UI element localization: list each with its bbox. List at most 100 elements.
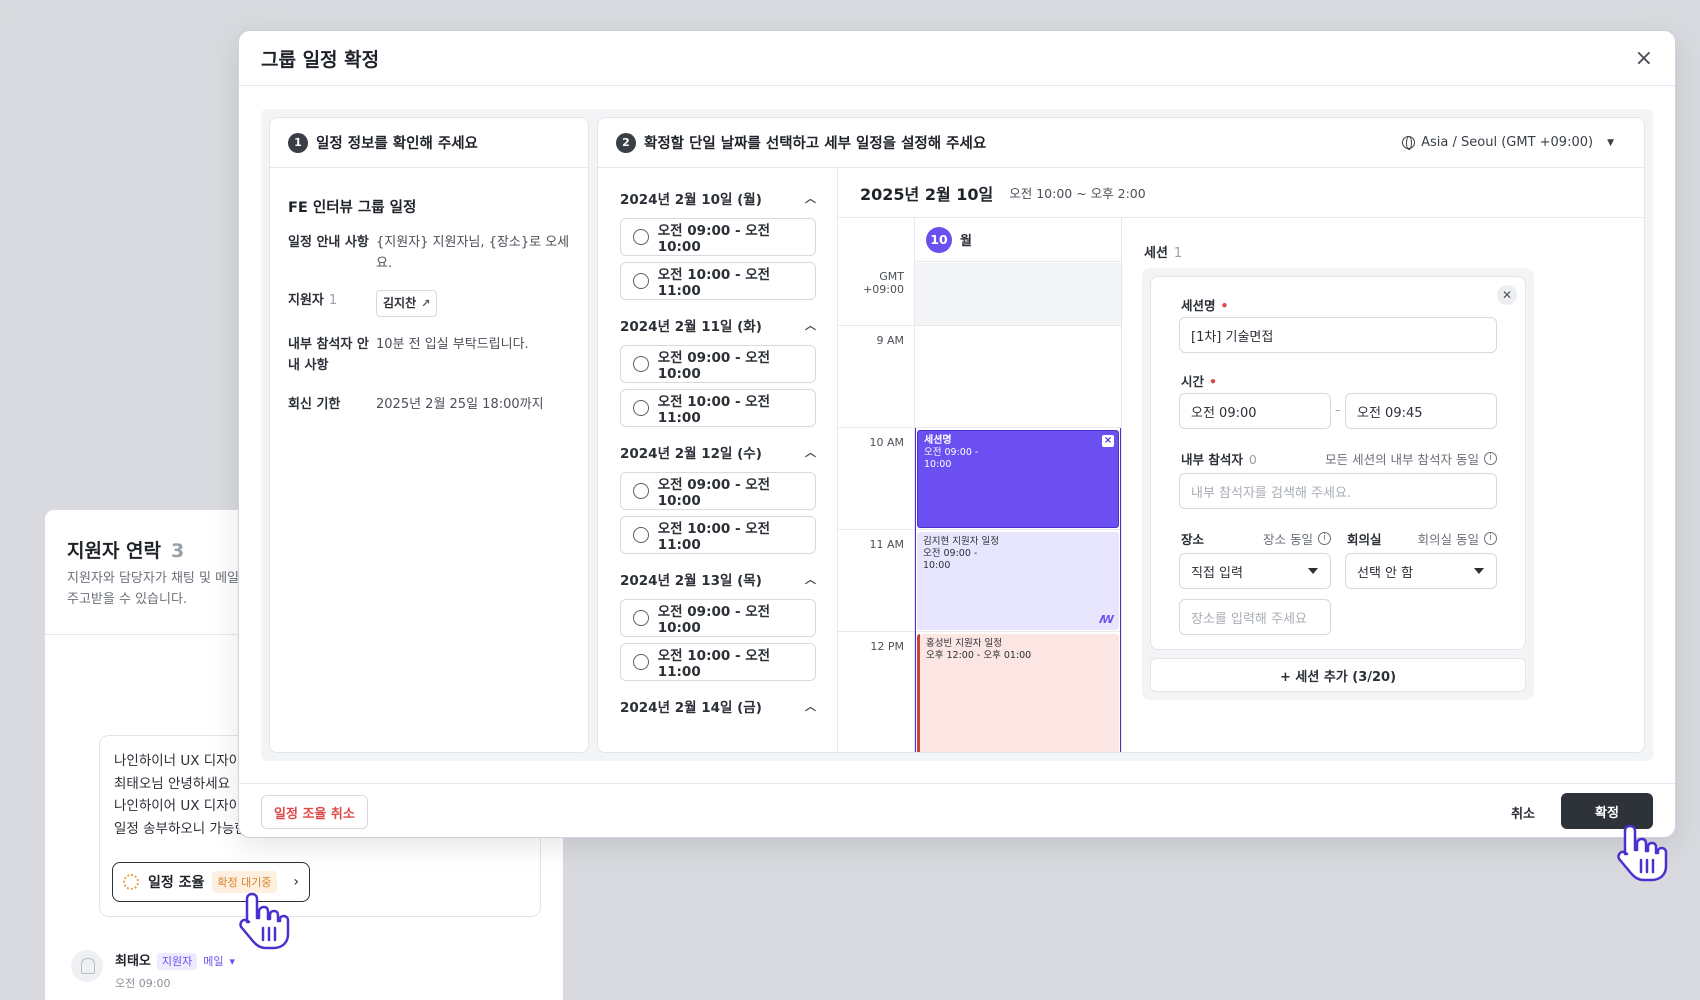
selection-border: [1120, 428, 1121, 752]
event-name: FE 인터뷰 그룹 일정: [288, 200, 417, 216]
channel-dropdown[interactable]: 메일: [203, 955, 223, 968]
globe-icon: [1402, 136, 1416, 150]
add-session-button[interactable]: + 세션 추가 (3/20): [1150, 658, 1526, 692]
session-list: ✕ 세션명 • [1차] 기술면접 시간 • 오전 09:00 – 오전 09:45…: [1142, 268, 1534, 700]
info-value: {지원자} 지원자님, {장소}로 오세요.: [376, 235, 570, 271]
time-slot-option[interactable]: 오전 09:00 - 오전 10:00: [620, 218, 816, 256]
hour-label: 10 AM: [869, 436, 904, 449]
applicant-count: 3: [171, 540, 185, 562]
time-slot-option[interactable]: 오전 09:00 - 오전 10:00: [620, 472, 816, 510]
applicant-event[interactable]: 김지현 지원자 일정 오전 09:00 - 10:00 ꟿ: [917, 532, 1119, 630]
session-name-input[interactable]: [1차] 기술면접: [1179, 317, 1497, 353]
step-number-badge: 1: [288, 132, 308, 153]
panel-title: 지원자 연락 3: [67, 540, 185, 562]
date-group: 2024년 2월 14일 (금) ︿: [620, 692, 816, 720]
all-day-row: [915, 263, 1121, 325]
date-label[interactable]: 2024년 2월 11일 (화) ︿: [620, 311, 816, 339]
radio-icon: [633, 654, 649, 670]
session-event[interactable]: 세션명 오전 09:00 - 10:00 ×: [917, 430, 1119, 528]
loading-spinner-icon: [123, 874, 139, 890]
date-group: 2024년 2월 11일 (화) ︿ 오전 09:00 - 오전 10:00 오전…: [620, 311, 816, 427]
place-input[interactable]: 장소를 입력해 주세요: [1179, 599, 1331, 635]
same-attendees-toggle[interactable]: 모든 세션의 내부 참석자 동일 i: [1325, 449, 1497, 468]
info-label: 내부 참석자 안내 사항: [288, 337, 369, 373]
selection-border: [915, 428, 916, 752]
room-select[interactable]: 선택 안 함: [1345, 553, 1497, 589]
hour-label: 11 AM: [869, 538, 904, 551]
info-label: 회신 기한: [288, 397, 341, 412]
step-title: 일정 정보를 확인해 주세요: [316, 136, 478, 152]
date-label[interactable]: 2024년 2월 13일 (목) ︿: [620, 565, 816, 593]
hour-line: [838, 325, 1121, 326]
radio-icon: [633, 356, 649, 372]
author-name: 최태오 지원자 메일 ▾: [115, 953, 236, 970]
message-time: 오전 09:00: [115, 977, 171, 990]
close-icon[interactable]: ✕: [1497, 285, 1517, 305]
date-group: 2024년 2월 13일 (목) ︿ 오전 09:00 - 오전 10:00 오전…: [620, 565, 816, 681]
close-icon[interactable]: ×: [1102, 435, 1114, 447]
session-title: 세션 1: [1144, 246, 1183, 261]
info-icon: i: [1484, 532, 1497, 545]
calendar-header: 2025년 2월 10일 오전 10:00 ~ 오후 2:00: [838, 168, 1644, 218]
group-schedule-confirm-modal: 그룹 일정 확정 × 1 일정 정보를 확인해 주세요 FE 인터뷰 그룹 일정…: [238, 30, 1676, 838]
hour-label: 12 PM: [870, 640, 904, 653]
info-icon: i: [1317, 532, 1331, 545]
place-select[interactable]: 직접 입력: [1179, 553, 1331, 589]
chevron-up-icon: ︿: [805, 319, 816, 332]
caret-down-icon: [1308, 568, 1318, 574]
screen: 지원자 연락 3 지원자와 담당자가 채팅 및 메일을 주고받을 수 있습니다. …: [0, 0, 1700, 1000]
close-icon[interactable]: ×: [1635, 45, 1653, 73]
day-number-badge: 10: [926, 226, 952, 253]
external-link-icon: ↗: [421, 297, 431, 310]
info-label: 일정 안내 사항: [288, 235, 369, 250]
session-name-label: 세션명 •: [1181, 298, 1229, 313]
day-name: 월: [960, 234, 972, 249]
divider: [239, 85, 1675, 86]
chevron-right-icon: ›: [293, 874, 299, 890]
time-separator: –: [1335, 403, 1341, 417]
session-count: 1: [1173, 246, 1183, 261]
applicant-chip[interactable]: 김지찬 ↗: [376, 290, 438, 317]
chevron-down-icon: ▾: [229, 955, 236, 968]
time-slot-option[interactable]: 오전 10:00 - 오전 11:00: [620, 262, 816, 300]
time-slot-option[interactable]: 오전 09:00 - 오전 10:00: [620, 345, 816, 383]
timezone-select[interactable]: Asia / Seoul (GMT +09:00) ▼: [1402, 135, 1614, 150]
day-calendar-grid: 10 월 GMT +09:00 9 AM 10 AM 11 AM 12 PM 세…: [838, 218, 1122, 752]
date-label[interactable]: 2024년 2월 12일 (수) ︿: [620, 438, 816, 466]
chevron-up-icon: ︿: [805, 446, 816, 459]
cancel-schedule-button[interactable]: 일정 조율 취소: [261, 795, 368, 829]
hour-line: [838, 631, 1121, 632]
time-slot-option[interactable]: 오전 09:00 - 오전 10:00: [620, 599, 816, 637]
info-label: 지원자 1: [288, 293, 338, 308]
cancel-button[interactable]: 취소: [1511, 795, 1535, 829]
timezone-label: GMT +09:00: [863, 270, 904, 296]
divider: [239, 783, 1675, 784]
hour-label: 9 AM: [876, 334, 904, 347]
applicant-event[interactable]: 홍성빈 지원자 일정 오후 12:00 - 오후 01:00: [917, 634, 1119, 752]
attendee-search-input[interactable]: 내부 참석자를 검색해 주세요.: [1179, 473, 1497, 509]
step1-header: 1 일정 정보를 확인해 주세요: [270, 118, 588, 168]
day-header: 10 월: [914, 218, 1121, 262]
step1-card: 1 일정 정보를 확인해 주세요 FE 인터뷰 그룹 일정 일정 안내 사항 {…: [269, 117, 589, 753]
date-label[interactable]: 2024년 2월 10일 (월) ︿: [620, 184, 816, 212]
info-row-deadline: 회신 기한 2025년 2월 25일 18:00까지: [288, 394, 578, 415]
chip-label: 일정 조율: [148, 875, 205, 891]
end-time-input[interactable]: 오전 09:45: [1345, 393, 1497, 429]
start-time-input[interactable]: 오전 09:00: [1179, 393, 1331, 429]
step2-card: 2 확정할 단일 날짜를 선택하고 세부 일정을 설정해 주세요 Asia / …: [597, 117, 1645, 753]
time-slot-option[interactable]: 오전 10:00 - 오전 11:00: [620, 516, 816, 554]
caret-down-icon: ▼: [1607, 137, 1614, 148]
info-row-applicant: 지원자 1 김지찬 ↗: [288, 290, 578, 317]
radio-icon: [633, 610, 649, 626]
calendar-date: 2025년 2월 10일: [860, 184, 994, 204]
hour-line: [838, 427, 1121, 428]
brand-logo-icon: ꟿ: [1099, 613, 1114, 626]
same-place-toggle[interactable]: 장소 동일 i: [1263, 529, 1331, 548]
date-label[interactable]: 2024년 2월 14일 (금) ︿: [620, 692, 816, 720]
time-slot-option[interactable]: 오전 10:00 - 오전 11:00: [620, 643, 816, 681]
role-tag: 지원자: [156, 953, 198, 970]
time-slot-option[interactable]: 오전 10:00 - 오전 11:00: [620, 389, 816, 427]
same-room-toggle[interactable]: 회의실 동일 i: [1418, 529, 1497, 548]
panel-description: 지원자와 담당자가 채팅 및 메일을 주고받을 수 있습니다.: [67, 571, 251, 607]
chevron-up-icon: ︿: [805, 700, 816, 713]
